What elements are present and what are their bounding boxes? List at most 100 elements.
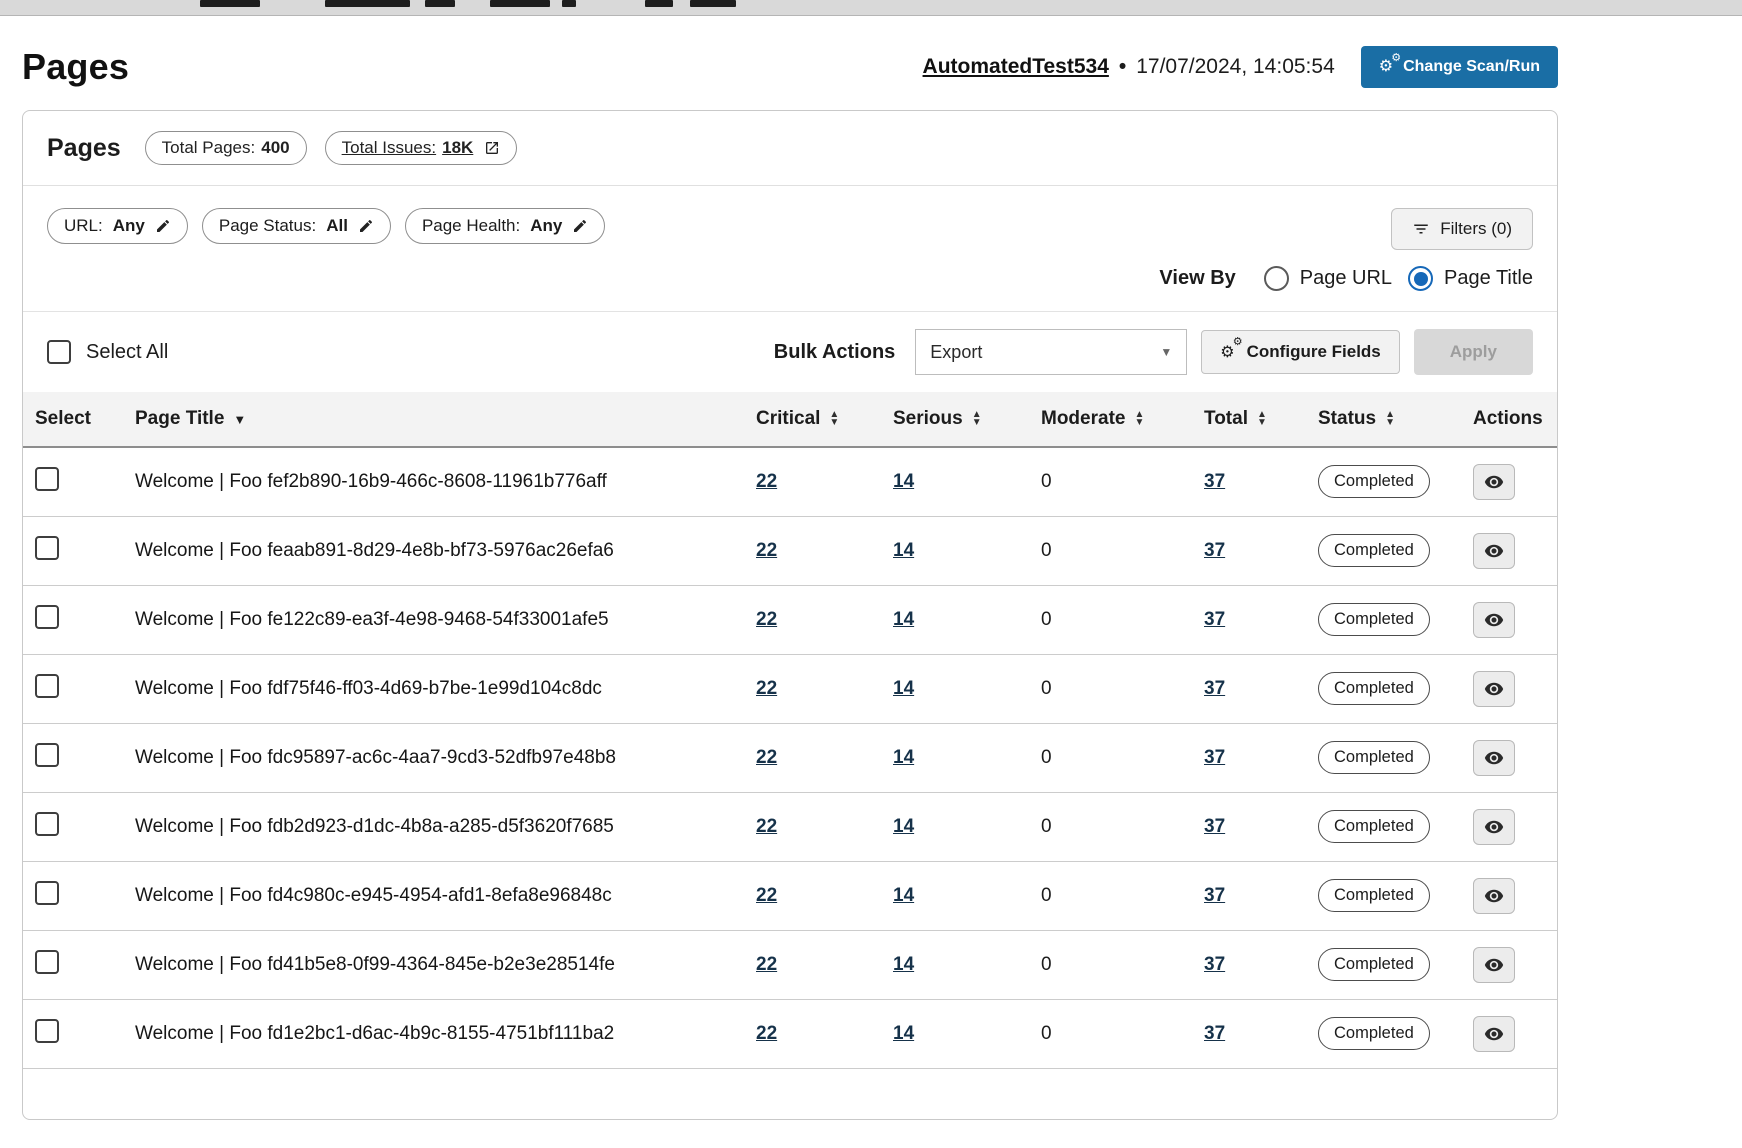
- view-page-button[interactable]: [1473, 739, 1515, 776]
- serious-count-link[interactable]: 14: [893, 540, 914, 561]
- total-count-link[interactable]: 37: [1204, 609, 1225, 630]
- critical-count-link[interactable]: 22: [756, 747, 777, 768]
- total-count-link[interactable]: 37: [1204, 747, 1225, 768]
- scan-timestamp: 17/07/2024, 14:05:54: [1136, 55, 1335, 78]
- critical-count-link[interactable]: 22: [756, 1023, 777, 1044]
- serious-count-link[interactable]: 14: [893, 678, 914, 699]
- view-page-button[interactable]: [1473, 670, 1515, 707]
- configure-fields-button[interactable]: ⚙ ⚙ Configure Fields: [1201, 330, 1400, 374]
- serious-cell: 14: [881, 447, 1029, 517]
- bulk-actions-controls: Bulk Actions Export ▼ ⚙ ⚙ Configure Field…: [774, 329, 1533, 375]
- table-row: Welcome | Foo fdb2d923-d1dc-4b8a-a285-d5…: [23, 792, 1557, 862]
- filters-button[interactable]: Filters (0): [1391, 208, 1533, 250]
- column-header-moderate[interactable]: Moderate ▲ ▼: [1029, 392, 1192, 448]
- page-title-cell: Welcome | Foo fdb2d923-d1dc-4b8a-a285-d5…: [123, 792, 744, 862]
- view-by-page-title-option[interactable]: Page Title: [1408, 266, 1533, 291]
- page-title-text: Welcome | Foo fd4c980c-e945-4954-afd1-8e…: [135, 884, 612, 906]
- status-badge: Completed: [1318, 1017, 1430, 1050]
- serious-count-link[interactable]: 14: [893, 816, 914, 837]
- total-count-link[interactable]: 37: [1204, 540, 1225, 561]
- total-count-link[interactable]: 37: [1204, 885, 1225, 906]
- serious-cell: 14: [881, 723, 1029, 793]
- gears-icon: ⚙ ⚙: [1379, 53, 1401, 75]
- serious-count-link[interactable]: 14: [893, 954, 914, 975]
- sort-icon: ▲ ▼: [1134, 409, 1145, 428]
- total-cell: 37: [1192, 654, 1306, 724]
- page-title-cell: Welcome | Foo feaab891-8d29-4e8b-bf73-59…: [123, 516, 744, 586]
- url-filter-chip[interactable]: URL: Any: [47, 208, 188, 244]
- serious-count-link[interactable]: 14: [893, 471, 914, 492]
- status-cell: Completed: [1306, 516, 1461, 586]
- view-page-button[interactable]: [1473, 877, 1515, 914]
- critical-cell: 22: [744, 654, 881, 724]
- critical-count-link[interactable]: 22: [756, 678, 777, 699]
- nav-fragment: [562, 0, 576, 7]
- scan-info: AutomatedTest534 • 17/07/2024, 14:05:54 …: [923, 46, 1558, 88]
- total-count-link[interactable]: 37: [1204, 678, 1225, 699]
- select-all-checkbox[interactable]: [47, 340, 71, 364]
- critical-count-link[interactable]: 22: [756, 540, 777, 561]
- row-checkbox[interactable]: [35, 950, 59, 974]
- column-header-status[interactable]: Status ▲ ▼: [1306, 392, 1461, 448]
- total-cell: 37: [1192, 792, 1306, 862]
- page-title: Pages: [22, 46, 130, 87]
- radio-page-url[interactable]: [1263, 266, 1289, 291]
- row-checkbox[interactable]: [35, 743, 59, 767]
- row-checkbox[interactable]: [35, 467, 59, 492]
- page-status-filter-label: Page Status:: [218, 216, 317, 235]
- filter-icon: [1414, 224, 1428, 234]
- select-cell: [23, 723, 123, 793]
- serious-count-link[interactable]: 14: [893, 609, 914, 630]
- row-checkbox[interactable]: [35, 536, 59, 560]
- critical-count-link[interactable]: 22: [756, 954, 777, 975]
- status-badge: Completed: [1318, 879, 1430, 912]
- view-page-button[interactable]: [1473, 1015, 1515, 1052]
- row-checkbox[interactable]: [35, 881, 59, 905]
- configure-fields-label: Configure Fields: [1246, 342, 1381, 361]
- apply-button[interactable]: Apply: [1413, 329, 1533, 375]
- moderate-cell: 0: [1029, 792, 1192, 862]
- critical-count-link[interactable]: 22: [756, 816, 777, 837]
- row-checkbox[interactable]: [35, 1019, 59, 1043]
- column-header-critical[interactable]: Critical ▲ ▼: [744, 392, 881, 448]
- column-header-total[interactable]: Total ▲ ▼: [1192, 392, 1306, 448]
- page-health-filter-chip[interactable]: Page Health: Any: [404, 208, 606, 244]
- serious-count-link[interactable]: 14: [893, 747, 914, 768]
- serious-count-link[interactable]: 14: [893, 1023, 914, 1044]
- total-issues-badge[interactable]: Total Issues: 18K: [324, 131, 518, 165]
- row-checkbox[interactable]: [35, 674, 59, 698]
- column-header-page-title[interactable]: Page Title ▼: [123, 392, 744, 448]
- change-scan-run-button[interactable]: ⚙ ⚙ Change Scan/Run: [1360, 46, 1558, 88]
- select-all[interactable]: Select All: [47, 340, 168, 364]
- critical-count-link[interactable]: 22: [756, 471, 777, 492]
- radio-page-title[interactable]: [1408, 266, 1434, 291]
- view-page-button[interactable]: [1473, 808, 1515, 845]
- actions-cell: [1461, 861, 1557, 931]
- scan-name-link[interactable]: AutomatedTest534: [923, 55, 1109, 79]
- table-row: Welcome | Foo fd41b5e8-0f99-4364-845e-b2…: [23, 930, 1557, 1000]
- moderate-count: 0: [1041, 746, 1052, 768]
- status-badge: Completed: [1318, 534, 1430, 567]
- view-page-button[interactable]: [1473, 532, 1515, 569]
- column-label-moderate: Moderate: [1041, 408, 1126, 429]
- critical-count-link[interactable]: 22: [756, 885, 777, 906]
- row-checkbox[interactable]: [35, 605, 59, 629]
- select-cell: [23, 792, 123, 862]
- select-cell: [23, 999, 123, 1069]
- critical-count-link[interactable]: 22: [756, 609, 777, 630]
- gear-small-icon: ⚙: [1391, 52, 1402, 64]
- total-count-link[interactable]: 37: [1204, 954, 1225, 975]
- row-checkbox[interactable]: [35, 812, 59, 836]
- total-count-link[interactable]: 37: [1204, 1023, 1225, 1044]
- bulk-actions-select[interactable]: Export ▼: [915, 329, 1188, 375]
- column-header-serious[interactable]: Serious ▲ ▼: [881, 392, 1029, 448]
- view-page-button[interactable]: [1473, 946, 1515, 983]
- view-page-button[interactable]: [1473, 601, 1515, 638]
- serious-count-link[interactable]: 14: [893, 885, 914, 906]
- view-page-button[interactable]: [1473, 463, 1515, 500]
- total-count-link[interactable]: 37: [1204, 816, 1225, 837]
- table-row: Welcome | Foo fdc95897-ac6c-4aa7-9cd3-52…: [23, 723, 1557, 793]
- total-count-link[interactable]: 37: [1204, 471, 1225, 492]
- view-by-page-url-option[interactable]: Page URL: [1263, 266, 1392, 291]
- page-status-filter-chip[interactable]: Page Status: All: [201, 208, 391, 244]
